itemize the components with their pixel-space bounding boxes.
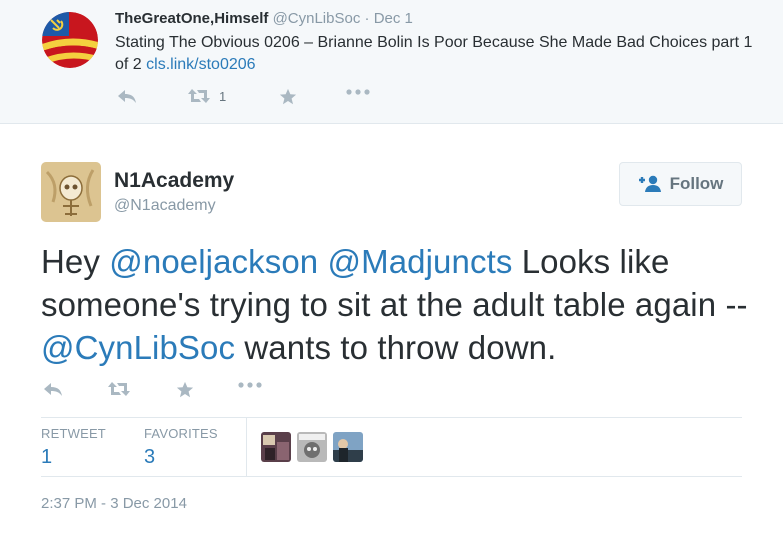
tweet-text-part — [318, 243, 327, 280]
tweet-text-part: Hey — [41, 243, 110, 280]
user-avatar[interactable] — [261, 432, 291, 462]
author-avatar[interactable] — [41, 162, 101, 222]
user-avatar-image — [261, 432, 291, 462]
favorites-stat[interactable]: FAVORITES 3 — [144, 426, 218, 469]
favorites-stat-value: 3 — [144, 446, 156, 468]
mention-link-noeljackson[interactable]: @noeljackson — [109, 243, 318, 280]
more-button[interactable] — [237, 381, 263, 389]
user-avatar-image — [297, 432, 327, 462]
user-avatar[interactable] — [333, 432, 363, 462]
skull-sketch-avatar — [41, 162, 101, 222]
stats-bottom-divider — [41, 476, 742, 477]
parent-time[interactable]: Dec 1 — [374, 10, 413, 27]
user-avatar[interactable] — [297, 432, 327, 462]
author-username[interactable]: @N1academy — [114, 197, 216, 215]
tweet-text: Hey @noeljackson @Madjuncts Looks like s… — [41, 240, 761, 369]
retweet-stat-label: RETWEET — [41, 426, 106, 441]
parent-avatar[interactable] — [42, 12, 98, 68]
favorite-icon — [176, 381, 194, 398]
parent-tweet[interactable]: TheGreatOne,Himself @CynLibSoc · Dec 1 S… — [0, 0, 783, 124]
parent-tweet-link[interactable]: cls.link/sto0206 — [146, 56, 255, 73]
stats-separator — [246, 418, 247, 476]
retweet-count: 1 — [219, 88, 227, 104]
reply-icon — [118, 90, 136, 103]
follow-label: Follow — [669, 174, 724, 193]
retweet-button[interactable]: 1 — [187, 88, 226, 104]
retweet-button[interactable] — [107, 381, 131, 397]
parent-tweet-text: Stating The Obvious 0206 – Brianne Bolin… — [115, 32, 755, 76]
tweet-actions — [41, 381, 341, 403]
favorite-button[interactable] — [176, 381, 194, 399]
mention-link-cynlibsoc[interactable]: @CynLibSoc — [41, 329, 235, 366]
tweet-text-part: wants to throw down. — [235, 329, 557, 366]
retweet-icon — [188, 89, 210, 103]
more-icon — [238, 382, 262, 388]
favorite-icon — [279, 88, 297, 105]
favorites-stat-label: FAVORITES — [144, 426, 218, 441]
parent-fullname[interactable]: TheGreatOne,Himself — [115, 10, 268, 27]
retweet-stat-value: 1 — [41, 446, 53, 468]
parent-username[interactable]: @CynLibSoc — [273, 10, 361, 27]
hammer-sickle-flag-icon — [42, 12, 98, 68]
reply-button[interactable] — [117, 88, 137, 104]
retweet-stat[interactable]: RETWEET 1 — [41, 426, 106, 469]
more-icon — [346, 89, 370, 95]
tweet-stats: RETWEET 1 FAVORITES 3 — [41, 418, 742, 476]
author-fullname[interactable]: N1Academy — [114, 169, 234, 193]
favorited-by-avatars — [261, 432, 363, 462]
follow-person-plus-icon — [638, 175, 661, 192]
reply-icon — [44, 383, 62, 396]
follow-button[interactable]: Follow — [619, 162, 742, 206]
more-button[interactable] — [345, 88, 371, 96]
reply-button[interactable] — [43, 381, 63, 397]
tweet-timestamp[interactable]: 2:37 PM - 3 Dec 2014 — [41, 495, 187, 512]
header-separator: · — [364, 10, 370, 27]
mention-link-madjuncts[interactable]: @Madjuncts — [328, 243, 513, 280]
user-avatar-image — [333, 432, 363, 462]
retweet-icon — [108, 382, 130, 396]
favorite-button[interactable] — [279, 88, 297, 106]
parent-tweet-header: TheGreatOne,Himself @CynLibSoc · Dec 1 — [115, 10, 413, 27]
